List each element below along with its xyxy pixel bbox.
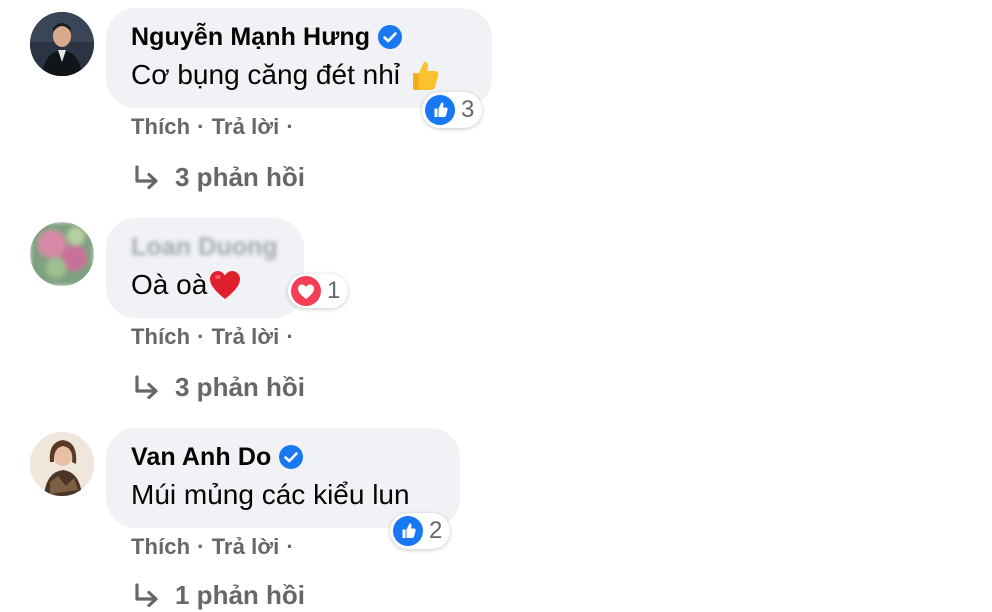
thumbs-up-emoji-icon <box>413 61 439 90</box>
reaction-summary[interactable]: 2 <box>390 513 451 549</box>
reply-arrow-icon <box>135 582 158 607</box>
avatar[interactable] <box>30 12 94 76</box>
like-link[interactable]: Thích <box>131 324 190 350</box>
comment-text-content: Cơ bụng căng đét nhỉ <box>131 59 400 90</box>
replies-count-label[interactable]: 3 phản hồi <box>175 162 305 193</box>
replies-count-label[interactable]: 1 phản hồi <box>175 580 305 611</box>
like-reaction-icon <box>393 516 423 546</box>
separator-dot: · <box>197 114 205 139</box>
comment-text-content: Oà oà <box>131 269 208 300</box>
love-reaction-icon <box>291 276 321 306</box>
comment-author[interactable]: Nguyễn Mạnh Hưng <box>131 22 468 52</box>
author-name[interactable]: Van Anh Do <box>131 442 271 472</box>
reply-link[interactable]: Trả lời <box>212 324 280 350</box>
blurred-avatar-icon <box>30 222 94 286</box>
comment-bubble: Loan Duong Oà oà <box>106 218 304 318</box>
reaction-summary[interactable]: 1 <box>288 274 349 308</box>
avatar[interactable] <box>30 432 94 496</box>
comment-actions: Thích · Trả lời · <box>131 534 301 560</box>
reply-link[interactable]: Trả lời <box>212 114 280 140</box>
reaction-summary[interactable]: 3 <box>422 92 483 128</box>
avatar[interactable] <box>30 222 94 286</box>
view-replies-link[interactable]: 3 phản hồi <box>133 372 305 403</box>
reaction-count: 3 <box>461 96 475 123</box>
comment-text: Múi mủng các kiểu lun <box>131 478 436 512</box>
reply-arrow-icon <box>135 374 158 399</box>
red-heart-emoji-icon <box>210 271 241 299</box>
avatar-photo-icon <box>30 12 94 76</box>
separator-dot: · <box>197 324 205 349</box>
comment-text: Cơ bụng căng đét nhỉ <box>131 58 468 92</box>
like-link[interactable]: Thích <box>131 534 190 560</box>
comment-actions: Thích · Trả lời · <box>131 324 301 350</box>
replies-count-label[interactable]: 3 phản hồi <box>175 372 305 403</box>
author-name[interactable]: Loan Duong <box>131 232 278 262</box>
view-replies-link[interactable]: 1 phản hồi <box>133 580 305 611</box>
separator-dot: · <box>286 534 294 559</box>
separator-dot: · <box>286 324 294 349</box>
separator-dot: · <box>197 534 205 559</box>
view-replies-link[interactable]: 3 phản hồi <box>133 162 305 193</box>
comment-author[interactable]: Van Anh Do <box>131 442 436 472</box>
avatar-photo-icon <box>30 432 94 496</box>
verified-badge-icon <box>378 25 403 49</box>
comment-author[interactable]: Loan Duong <box>131 232 280 262</box>
comment-text-content: Múi mủng các kiểu lun <box>131 479 410 510</box>
verified-badge-icon <box>279 445 304 469</box>
reply-link[interactable]: Trả lời <box>212 534 280 560</box>
reaction-count: 2 <box>429 517 443 544</box>
separator-dot: · <box>286 114 294 139</box>
reaction-count: 1 <box>327 277 341 304</box>
like-link[interactable]: Thích <box>131 114 190 140</box>
reply-arrow-icon <box>135 164 158 189</box>
like-reaction-icon <box>425 95 455 125</box>
comment-actions: Thích · Trả lời · <box>131 114 301 140</box>
author-name[interactable]: Nguyễn Mạnh Hưng <box>131 22 370 52</box>
comment-text: Oà oà <box>131 268 280 302</box>
